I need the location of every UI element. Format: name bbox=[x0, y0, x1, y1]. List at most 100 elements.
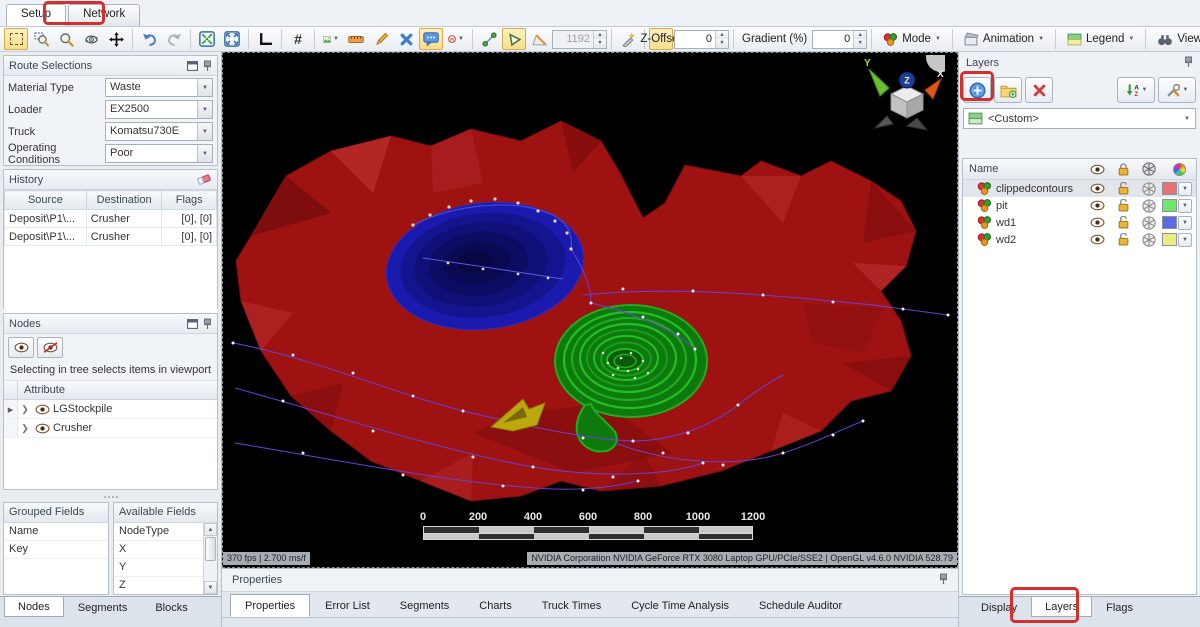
grouped-field-item[interactable]: Name bbox=[4, 523, 108, 541]
zoom-button[interactable] bbox=[54, 28, 78, 50]
layer-visibility-toggle[interactable] bbox=[1084, 217, 1110, 228]
add-segment-button[interactable] bbox=[477, 28, 501, 50]
expand-icon[interactable]: ❯ bbox=[18, 404, 32, 415]
viewport-3d[interactable]: Z Y X 0 200 400 600 800 1000 1200 370 fp… bbox=[222, 52, 958, 568]
tab-network[interactable]: Network bbox=[68, 4, 140, 26]
eye-icon[interactable] bbox=[35, 404, 50, 415]
layer-fan-toggle[interactable] bbox=[1136, 182, 1162, 196]
color-dropdown[interactable]: ▼ bbox=[1178, 233, 1192, 247]
dropdown-caret[interactable]: ▼ bbox=[197, 79, 212, 96]
layer-fan-toggle[interactable] bbox=[1136, 199, 1162, 213]
spin-up-icon[interactable]: ▲ bbox=[716, 31, 728, 40]
add-layer-button[interactable] bbox=[963, 77, 991, 103]
tab-cycle-time-analysis[interactable]: Cycle Time Analysis bbox=[616, 594, 744, 617]
speed-limit-button[interactable]: 50 ▼ bbox=[444, 28, 468, 50]
spin-up-icon[interactable]: ▲ bbox=[594, 31, 606, 40]
grouped-fields-title[interactable]: Grouped Fields bbox=[4, 503, 108, 523]
pin-icon[interactable] bbox=[1184, 56, 1193, 71]
measure-button[interactable] bbox=[344, 28, 368, 50]
grouped-field-item[interactable]: Key bbox=[4, 541, 108, 559]
layer-preset-select[interactable]: <Custom> ▼ bbox=[963, 108, 1196, 129]
spinner-arrows[interactable]: ▲▼ bbox=[853, 31, 866, 48]
color-dropdown[interactable]: ▼ bbox=[1178, 199, 1192, 213]
dropdown-caret[interactable]: ▼ bbox=[197, 145, 212, 162]
layer-color-swatch[interactable] bbox=[1162, 233, 1177, 246]
eraser-icon[interactable] bbox=[196, 173, 212, 186]
axes-button[interactable] bbox=[253, 28, 277, 50]
collapse-icon[interactable] bbox=[187, 61, 198, 71]
spin-up-icon[interactable]: ▲ bbox=[854, 31, 866, 40]
history-row[interactable]: Deposit\P1\... Crusher [0], [0] bbox=[5, 210, 217, 228]
fields-scrollbar[interactable]: ▲ ▼ bbox=[203, 523, 217, 594]
dropdown-caret[interactable]: ▼ bbox=[197, 123, 212, 140]
layer-lock-toggle[interactable] bbox=[1110, 216, 1136, 229]
background-image-button[interactable]: ▼ bbox=[319, 28, 343, 50]
scroll-down-icon[interactable]: ▼ bbox=[204, 581, 217, 594]
direction-button[interactable] bbox=[502, 28, 526, 50]
tree-item-lgstockpile[interactable]: ▸ ❯ LGStockpile bbox=[4, 400, 217, 419]
spin-down-icon[interactable]: ▼ bbox=[594, 39, 606, 48]
operating-conditions-select[interactable]: Poor▼ bbox=[105, 144, 213, 163]
horizontal-splitter[interactable] bbox=[3, 493, 218, 500]
gradient-spinner[interactable]: 0 ▲▼ bbox=[812, 30, 867, 49]
tab-truck-times[interactable]: Truck Times bbox=[527, 594, 617, 617]
tab-segments[interactable]: Segments bbox=[64, 597, 142, 618]
tab-segments[interactable]: Segments bbox=[385, 594, 465, 617]
layer-lock-toggle[interactable] bbox=[1110, 182, 1136, 195]
dropdown-caret[interactable]: ▼ bbox=[197, 101, 212, 118]
scroll-thumb[interactable] bbox=[205, 537, 216, 561]
lock-column-icon[interactable] bbox=[1110, 163, 1136, 176]
zoom-extents-button[interactable] bbox=[220, 28, 244, 50]
show-all-button[interactable] bbox=[8, 337, 34, 358]
expand-icon[interactable]: ❯ bbox=[18, 423, 32, 434]
zoom-fit-button[interactable] bbox=[195, 28, 219, 50]
mode-dropdown[interactable]: Mode▼ bbox=[876, 28, 948, 50]
spin-down-icon[interactable]: ▼ bbox=[716, 39, 728, 48]
layer-visibility-toggle[interactable] bbox=[1084, 234, 1110, 245]
pin-icon[interactable] bbox=[939, 573, 948, 588]
delete-button[interactable] bbox=[394, 28, 418, 50]
select-marquee-button[interactable] bbox=[4, 28, 28, 50]
width-spinner[interactable]: 1192 ▲▼ bbox=[552, 30, 607, 49]
pin-icon[interactable] bbox=[203, 318, 212, 330]
available-field-item[interactable]: X bbox=[114, 541, 203, 559]
layer-row-wd1[interactable]: wd1 ▼ bbox=[963, 214, 1196, 231]
available-fields-title[interactable]: Available Fields bbox=[114, 503, 217, 523]
color-dropdown[interactable]: ▼ bbox=[1178, 216, 1192, 230]
layer-fan-toggle[interactable] bbox=[1136, 233, 1162, 247]
tab-layers[interactable]: Layers bbox=[1031, 597, 1092, 617]
axis-gizmo[interactable]: Z Y X bbox=[861, 55, 945, 131]
available-field-item[interactable]: NodeType bbox=[114, 523, 203, 541]
redo-button[interactable] bbox=[162, 28, 186, 50]
layer-lock-toggle[interactable] bbox=[1110, 233, 1136, 246]
layer-row-pit[interactable]: pit ▼ bbox=[963, 197, 1196, 214]
scroll-up-icon[interactable]: ▲ bbox=[204, 523, 217, 536]
pan-button[interactable] bbox=[104, 28, 128, 50]
color-column-icon[interactable] bbox=[1162, 163, 1196, 176]
pin-icon[interactable] bbox=[203, 60, 212, 72]
hide-all-button[interactable] bbox=[37, 337, 63, 358]
history-col-destination[interactable]: Destination bbox=[86, 191, 162, 210]
animation-dropdown[interactable]: Animation▼ bbox=[957, 28, 1051, 50]
color-dropdown[interactable]: ▼ bbox=[1178, 182, 1192, 196]
zoom-window-button[interactable] bbox=[29, 28, 53, 50]
tab-properties[interactable]: Properties bbox=[230, 594, 310, 617]
sort-layers-button[interactable]: AZ ▼ bbox=[1117, 77, 1155, 103]
delete-layer-button[interactable] bbox=[1025, 77, 1053, 103]
layer-visibility-toggle[interactable] bbox=[1084, 183, 1110, 194]
truck-select[interactable]: Komatsu730E▼ bbox=[105, 122, 213, 141]
dropdown-caret[interactable]: ▼ bbox=[1179, 109, 1195, 128]
add-layer-group-button[interactable] bbox=[994, 77, 1022, 103]
comments-button[interactable] bbox=[419, 28, 443, 50]
undo-button[interactable] bbox=[137, 28, 161, 50]
layer-lock-toggle[interactable] bbox=[1110, 199, 1136, 212]
eye-icon[interactable] bbox=[35, 423, 50, 434]
layer-row-clippedcontours[interactable]: clippedcontours ▼ bbox=[963, 180, 1196, 197]
tab-blocks[interactable]: Blocks bbox=[141, 597, 201, 618]
loader-select[interactable]: EX2500▼ bbox=[105, 100, 213, 119]
collapse-icon[interactable] bbox=[187, 319, 198, 329]
tab-schedule-auditor[interactable]: Schedule Auditor bbox=[744, 594, 857, 617]
tab-flags[interactable]: Flags bbox=[1092, 597, 1147, 618]
attribute-column-header[interactable]: Attribute bbox=[18, 381, 217, 399]
history-col-flags[interactable]: Flags bbox=[162, 191, 217, 210]
